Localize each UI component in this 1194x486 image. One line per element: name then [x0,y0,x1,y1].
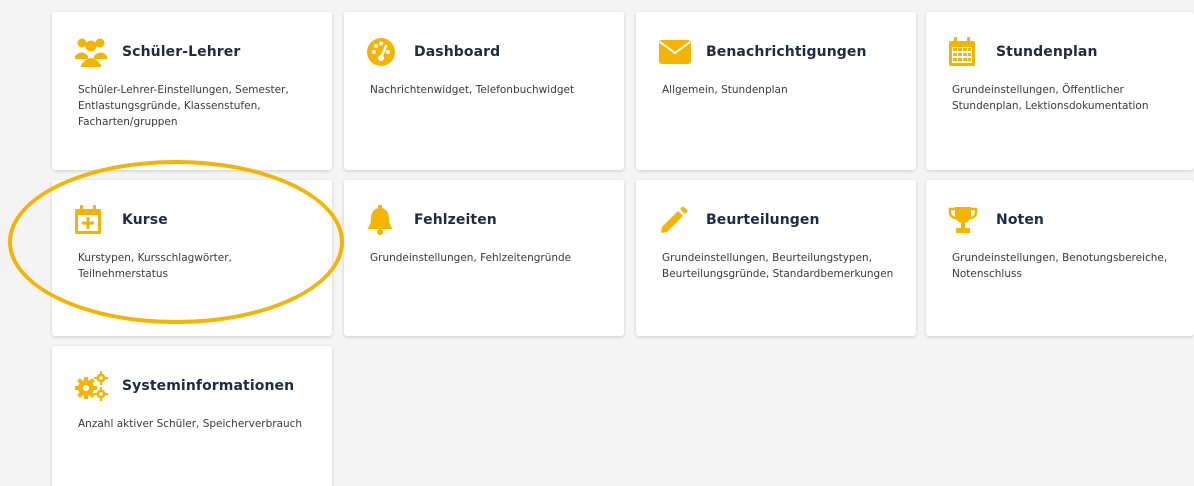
gauge-icon [366,36,402,68]
card-title: Beurteilungen [706,212,820,228]
card-title: Fehlzeiten [414,212,497,228]
card-noten[interactable]: Noten Grundeinstellungen, Benotungsberei… [926,180,1194,336]
card-header: Stundenplan [948,36,1098,68]
card-description: Grundeinstellungen, Beurteilungstypen, B… [662,252,894,280]
calendar-grid-icon [948,36,984,68]
card-header: Fehlzeiten [366,204,497,236]
card-description: Nachrichtenwidget, Telefonbuchwidget [370,84,575,96]
card-title: Dashboard [414,44,501,60]
card-fehlzeiten[interactable]: Fehlzeiten Grundeinstellungen, Fehlzeite… [344,180,624,336]
card-description: Schüler-Lehrer-Einstellungen, Semester, … [78,84,289,128]
card-header: Schüler-Lehrer [74,36,240,68]
card-schueler-lehrer[interactable]: Schüler-Lehrer Schüler-Lehrer-Einstellun… [52,12,332,170]
users-icon [74,36,110,68]
card-description: Grundeinstellungen, Benotungsbereiche, N… [952,252,1168,280]
envelope-icon [658,36,694,68]
pencil-icon [658,204,694,236]
calendar-plus-icon [74,204,110,236]
card-kurse[interactable]: Kurse Kurstypen, Kursschlagwörter, Teiln… [52,180,332,336]
gears-icon [74,370,110,402]
card-benachrichtigungen[interactable]: Benachrichtigungen Allgemein, Stundenpla… [636,12,916,170]
card-beurteilungen[interactable]: Beurteilungen Grundeinstellungen, Beurte… [636,180,916,336]
card-header: Kurse [74,204,168,236]
card-description: Anzahl aktiver Schüler, Speicherverbrauc… [78,418,303,430]
card-description: Allgemein, Stundenplan [662,84,788,96]
card-header: Beurteilungen [658,204,820,236]
trophy-icon [948,204,984,236]
card-dashboard[interactable]: Dashboard Nachrichtenwidget, Telefonbuch… [344,12,624,170]
card-header: Systeminformationen [74,370,294,402]
card-systeminformationen[interactable]: Systeminformationen Anzahl aktiver Schül… [52,346,332,486]
card-title: Noten [996,212,1044,228]
card-title: Benachrichtigungen [706,44,867,60]
card-title: Systeminformationen [122,378,295,394]
card-stundenplan[interactable]: Stundenplan Grundeinstellungen, Öffentli… [926,12,1194,170]
card-title: Schüler-Lehrer [122,44,241,60]
card-description: Kurstypen, Kursschlagwörter, Teilnehmers… [78,252,232,280]
card-header: Dashboard [366,36,500,68]
card-header: Benachrichtigungen [658,36,867,68]
bell-icon [366,204,402,236]
card-title: Stundenplan [996,44,1098,60]
card-header: Noten [948,204,1044,236]
card-description: Grundeinstellungen, Fehlzeitengründe [370,252,572,264]
settings-overview: Schüler-Lehrer Schüler-Lehrer-Einstellun… [0,0,1194,486]
card-description: Grundeinstellungen, Öffentlicher Stunden… [952,84,1149,112]
card-title: Kurse [122,212,168,228]
